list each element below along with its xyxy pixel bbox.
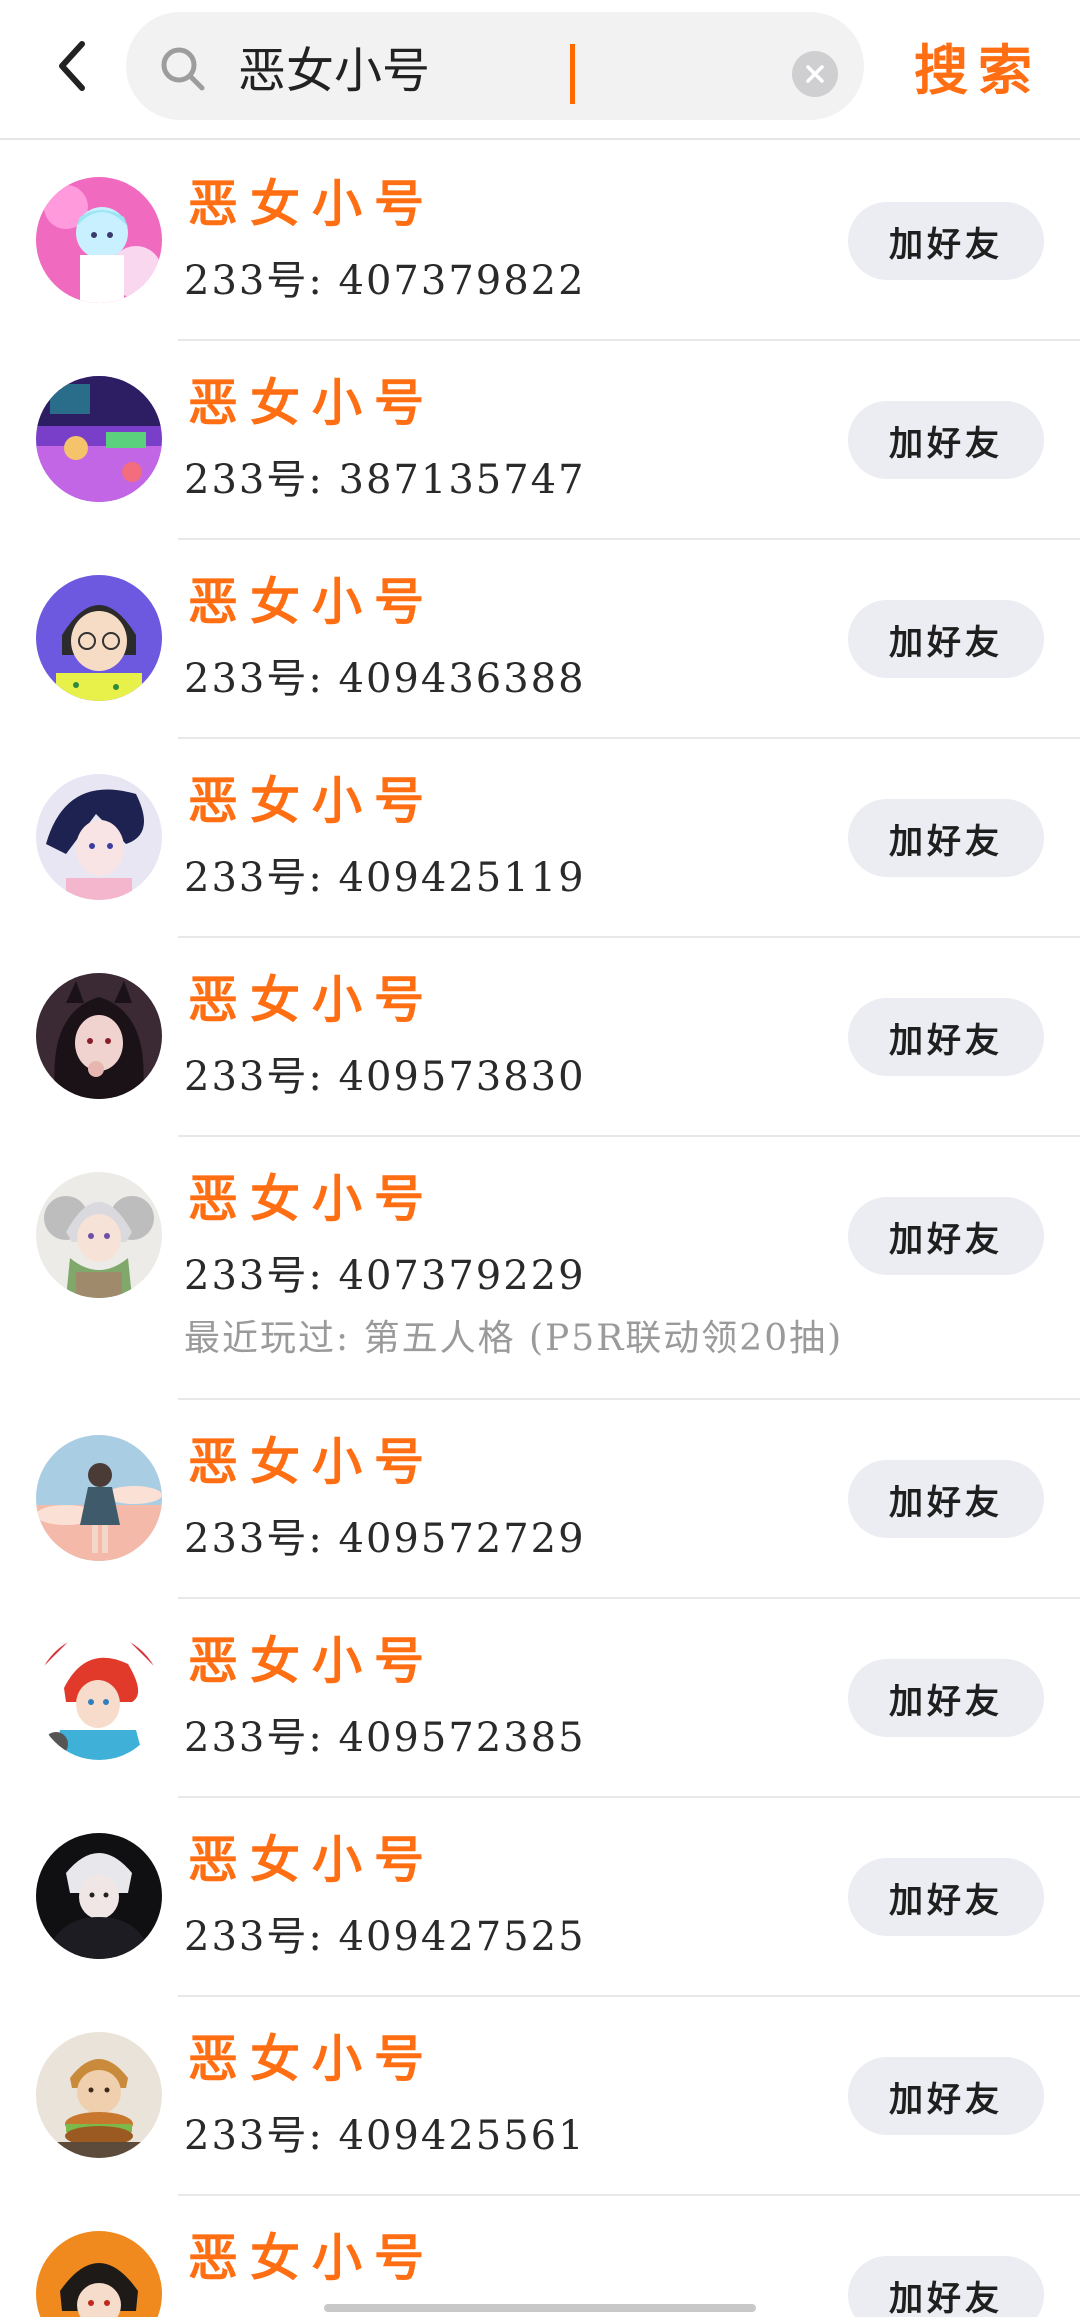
user-name: 恶女小号	[188, 1169, 436, 1228]
add-friend-button[interactable]: 加好友	[848, 799, 1044, 877]
avatar[interactable]	[36, 1172, 162, 1298]
user-result-row[interactable]: 恶女小号 233号: 409572385 加好友	[0, 1599, 1080, 1798]
user-result-row[interactable]: 恶女小号 233号: 409427525 加好友	[0, 1798, 1080, 1997]
user-name: 恶女小号	[188, 771, 436, 830]
user-id: 233号: 409427525	[184, 1914, 586, 1960]
search-results-screen: 搜索 恶女小号 233号: 407379822 加好友	[0, 0, 1080, 2317]
clear-circle-icon	[806, 65, 824, 83]
avatar[interactable]	[36, 1634, 162, 1760]
avatar[interactable]	[36, 1435, 162, 1561]
recently-played: 最近玩过: 第五人格 (P5R联动领20抽)	[184, 1318, 844, 1359]
user-result-row[interactable]: 恶女小号 233号: 407379822 加好友	[0, 142, 1080, 341]
add-friend-button[interactable]: 加好友	[848, 401, 1044, 479]
avatar[interactable]	[36, 774, 162, 900]
add-friend-button[interactable]: 加好友	[848, 202, 1044, 280]
add-friend-button[interactable]: 加好友	[848, 998, 1044, 1076]
user-result-row[interactable]: 恶女小号 233号: 387135747 加好友	[0, 341, 1080, 540]
avatar[interactable]	[36, 376, 162, 502]
text-cursor	[570, 44, 575, 104]
avatar[interactable]	[36, 177, 162, 303]
add-friend-button[interactable]: 加好友	[848, 600, 1044, 678]
add-friend-button[interactable]: 加好友	[848, 2057, 1044, 2135]
add-friend-button[interactable]: 加好友	[848, 1659, 1044, 1737]
search-input[interactable]	[238, 32, 798, 100]
back-button[interactable]	[38, 26, 106, 106]
search-submit-button[interactable]: 搜索	[898, 24, 1058, 106]
search-header: 搜索	[0, 0, 1080, 140]
user-name: 恶女小号	[188, 1432, 436, 1491]
user-name: 恶女小号	[188, 970, 436, 1029]
user-name: 恶女小号	[188, 373, 436, 432]
avatar[interactable]	[36, 2231, 162, 2317]
user-id: 233号: 409572729	[184, 1516, 586, 1562]
user-result-row[interactable]: 恶女小号 233号: 409425119 加好友	[0, 739, 1080, 938]
user-id: 233号: 409425119	[184, 855, 586, 901]
search-field[interactable]	[126, 12, 864, 120]
user-result-list: 恶女小号 233号: 407379822 加好友 恶女小号 233号: 3871…	[0, 142, 1080, 2317]
user-id: 233号: 409573830	[184, 1054, 586, 1100]
user-id: 233号: 409425561	[184, 2113, 586, 2159]
avatar[interactable]	[36, 1833, 162, 1959]
avatar[interactable]	[36, 575, 162, 701]
clear-search-button[interactable]	[792, 51, 838, 97]
user-result-row[interactable]: 恶女小号 加好友	[0, 2196, 1080, 2317]
user-result-row[interactable]: 恶女小号 233号: 409425561 加好友	[0, 1997, 1080, 2196]
user-id: 233号: 409572385	[184, 1715, 586, 1761]
avatar[interactable]	[36, 973, 162, 1099]
user-name: 恶女小号	[188, 174, 436, 233]
home-indicator[interactable]	[324, 2304, 756, 2312]
user-id: 233号: 409436388	[184, 656, 586, 702]
user-name: 恶女小号	[188, 1830, 436, 1889]
user-name: 恶女小号	[188, 1631, 436, 1690]
user-id: 233号: 407379822	[184, 258, 586, 304]
user-result-row[interactable]: 恶女小号 233号: 407379229 最近玩过: 第五人格 (P5R联动领2…	[0, 1137, 1080, 1400]
user-result-row[interactable]: 恶女小号 233号: 409572729 加好友	[0, 1400, 1080, 1599]
avatar[interactable]	[36, 2032, 162, 2158]
user-result-row[interactable]: 恶女小号 233号: 409436388 加好友	[0, 540, 1080, 739]
user-name: 恶女小号	[188, 2228, 436, 2287]
add-friend-button[interactable]: 加好友	[848, 1858, 1044, 1936]
add-friend-button[interactable]: 加好友	[848, 2256, 1044, 2317]
chevron-left-icon	[59, 41, 85, 91]
user-name: 恶女小号	[188, 572, 436, 631]
add-friend-button[interactable]: 加好友	[848, 1197, 1044, 1275]
search-icon	[161, 47, 205, 91]
user-result-row[interactable]: 恶女小号 233号: 409573830 加好友	[0, 938, 1080, 1137]
user-name: 恶女小号	[188, 2029, 436, 2088]
add-friend-button[interactable]: 加好友	[848, 1460, 1044, 1538]
user-id: 233号: 387135747	[184, 457, 586, 503]
user-id: 233号: 407379229	[184, 1253, 586, 1299]
